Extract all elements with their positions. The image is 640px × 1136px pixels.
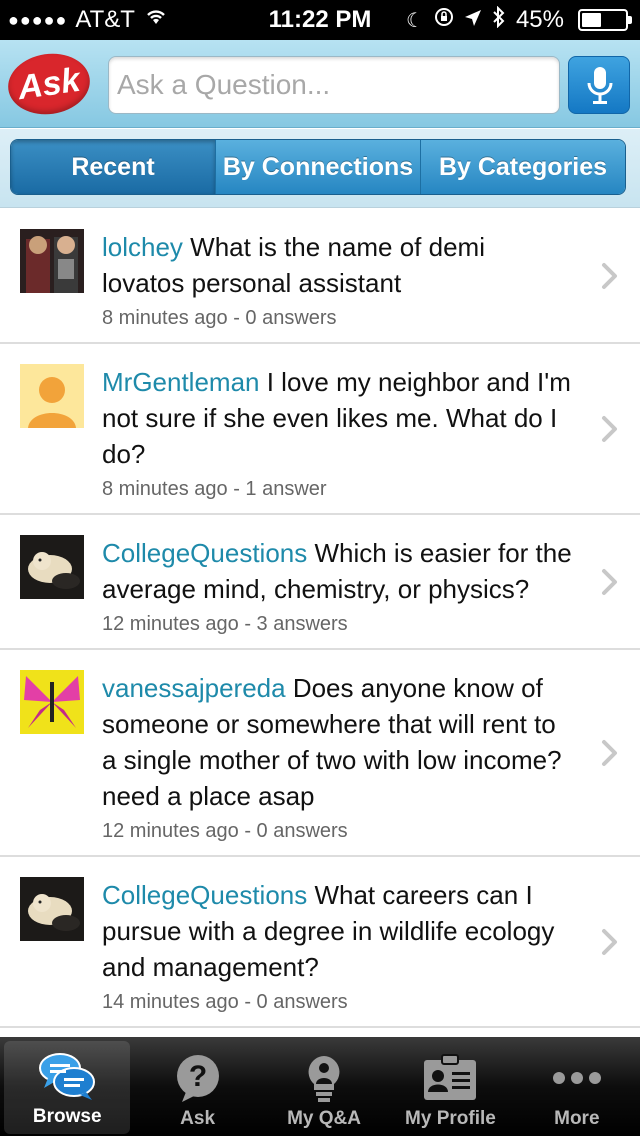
- question-row[interactable]: CollegeQuestions Which is easier for the…: [0, 515, 640, 650]
- tab-my-q-a[interactable]: My Q&A: [261, 1037, 387, 1136]
- status-right-group: ☾ 45%: [406, 5, 632, 34]
- chevron-right-icon: [602, 739, 617, 766]
- question-meta: 12 minutes ago - 3 answers: [102, 613, 348, 635]
- lightbulb-person-icon: [298, 1052, 350, 1104]
- user-avatar-photo[interactable]: [20, 229, 84, 293]
- tab-more[interactable]: More: [514, 1037, 640, 1136]
- search-input[interactable]: [108, 56, 560, 114]
- default-person-avatar[interactable]: [20, 364, 84, 428]
- question-body: CollegeQuestions Which is easier for the…: [102, 515, 574, 648]
- question-username[interactable]: MrGentleman: [102, 367, 260, 397]
- question-body: CollegeQuestions What careers can I purs…: [102, 857, 574, 1026]
- question-text-block: lolchey What is the name of demi lovatos…: [102, 229, 574, 301]
- user-avatar-photo[interactable]: [20, 877, 84, 941]
- tab-my-profile[interactable]: My Profile: [387, 1037, 513, 1136]
- question-body: vanessajpereda Does anyone know of someo…: [102, 650, 574, 855]
- ask-logo[interactable]: Ask: [4, 48, 94, 120]
- question-row[interactable]: vanessajpereda Does anyone know of someo…: [0, 650, 640, 857]
- more-dots-icon: [547, 1052, 607, 1104]
- question-row[interactable]: lolchey What is the name of demi lovatos…: [0, 209, 640, 344]
- question-list: lolchey What is the name of demi lovatos…: [0, 209, 640, 1037]
- question-text-block: vanessajpereda Does anyone know of someo…: [102, 670, 574, 814]
- tab-label: Browse: [32, 1106, 102, 1127]
- speech-bubbles-icon: [36, 1050, 98, 1102]
- question-meta: 14 minutes ago - 0 answers: [102, 991, 348, 1013]
- butterfly-avatar[interactable]: [20, 670, 84, 734]
- search-header: Ask: [0, 40, 640, 128]
- question-bubble-icon: ?: [172, 1052, 224, 1104]
- svg-text:?: ?: [188, 1060, 206, 1093]
- tab-label: My Q&A: [287, 1108, 361, 1129]
- question-meta: 12 minutes ago - 0 answers: [102, 820, 348, 842]
- moon-icon: ☾: [406, 9, 424, 32]
- question-meta: 8 minutes ago - 1 answer: [102, 478, 327, 500]
- question-body: lolchey What is the name of demi lovatos…: [102, 209, 574, 342]
- orientation-lock-icon: [434, 6, 454, 34]
- tab-bar: Browse? Ask My Q&A My Profile More: [0, 1037, 640, 1136]
- filter-bar: Recent By Connections By Categories: [0, 129, 640, 208]
- question-body: MrGentleman I love my neighbor and I'm n…: [102, 344, 574, 513]
- battery-icon: [578, 9, 632, 31]
- status-bar: ●●●●● AT&T 11:22 PM ☾ 45%: [0, 0, 640, 40]
- chevron-right-icon: [602, 928, 617, 955]
- tab-label: My Profile: [405, 1108, 496, 1129]
- microphone-icon: [587, 67, 613, 104]
- question-row[interactable]: MrGentleman I love my neighbor and I'm n…: [0, 344, 640, 515]
- tab-label: Ask: [180, 1108, 216, 1129]
- microphone-button[interactable]: [568, 56, 630, 114]
- question-text-block: CollegeQuestions What careers can I purs…: [102, 877, 574, 985]
- tab-browse[interactable]: Browse: [4, 1041, 131, 1134]
- segment-recent[interactable]: Recent: [11, 140, 215, 194]
- tab-label: More: [554, 1108, 600, 1129]
- segment-by-connections[interactable]: By Connections: [215, 140, 420, 194]
- question-text-block: MrGentleman I love my neighbor and I'm n…: [102, 364, 574, 472]
- tab-ask[interactable]: ? Ask: [134, 1037, 260, 1136]
- profile-card-icon: [420, 1052, 480, 1104]
- battery-percent: 45%: [515, 6, 564, 33]
- chevron-right-icon: [602, 262, 617, 289]
- question-username[interactable]: lolchey: [102, 232, 183, 262]
- segmented-control: Recent By Connections By Categories: [10, 139, 626, 195]
- location-icon: [464, 6, 482, 34]
- chevron-right-icon: [602, 568, 617, 595]
- user-avatar-photo[interactable]: [20, 535, 84, 599]
- question-meta: 8 minutes ago - 0 answers: [102, 307, 337, 329]
- question-username[interactable]: vanessajpereda: [102, 673, 286, 703]
- question-username[interactable]: CollegeQuestions: [102, 538, 307, 568]
- question-username[interactable]: CollegeQuestions: [102, 880, 307, 910]
- bluetooth-icon: [492, 5, 506, 34]
- segment-by-categories[interactable]: By Categories: [420, 140, 625, 194]
- chevron-right-icon: [602, 415, 617, 442]
- question-row[interactable]: CollegeQuestions What careers can I purs…: [0, 857, 640, 1028]
- question-text-block: CollegeQuestions Which is easier for the…: [102, 535, 574, 607]
